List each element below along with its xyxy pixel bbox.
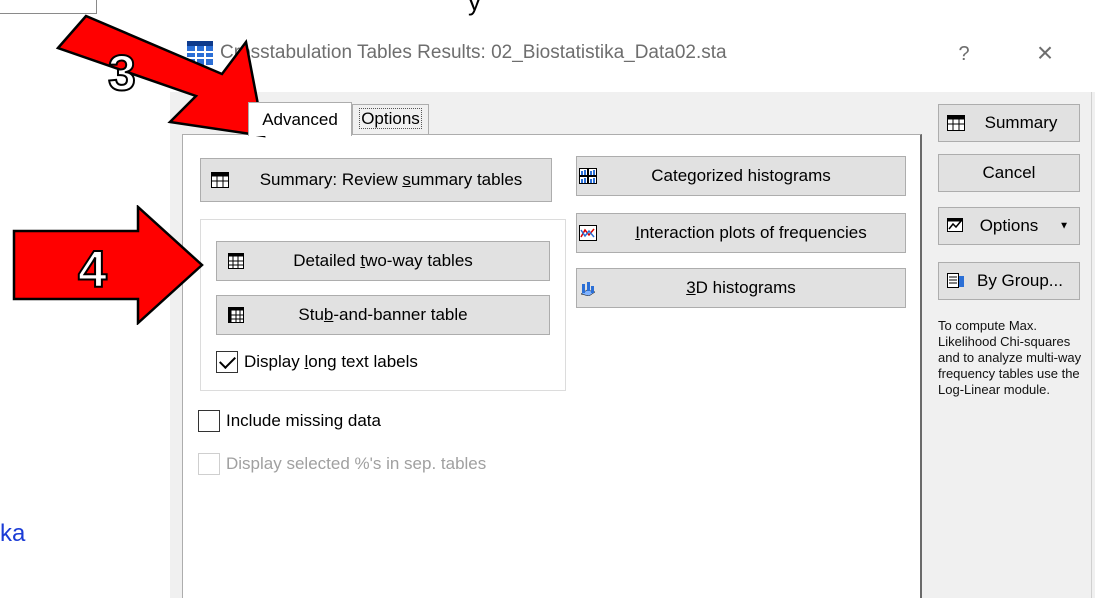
display-selected-percent-check[interactable] — [198, 453, 220, 475]
summary-icon — [947, 115, 965, 131]
red-arrow-step-4: 4 — [12, 205, 204, 325]
interaction-plots-button[interactable]: Interaction plots of frequencies — [576, 213, 906, 253]
by-group-icon — [947, 273, 964, 288]
two-way-table-icon — [228, 253, 244, 269]
include-missing-data-checkbox[interactable]: Include missing data — [198, 410, 381, 432]
include-missing-data-check[interactable] — [198, 410, 220, 432]
arrow-step-4-number: 4 — [78, 241, 107, 299]
title-bar[interactable]: Crosstabulation Tables Results: 02_Biost… — [170, 20, 1095, 92]
crosstabulation-results-dialog: Crosstabulation Tables Results: 02_Biost… — [170, 20, 1095, 598]
include-missing-data-label: Include missing data — [226, 411, 381, 430]
display-selected-percent-checkbox[interactable]: Display selected %'s in sep. tables — [198, 453, 486, 475]
detailed-two-way-tables-button[interactable]: Detailed two-way tables — [216, 241, 550, 281]
cancel-button-label: Cancel — [982, 163, 1036, 182]
categorized-histograms-label: Categorized histograms — [651, 166, 831, 185]
options-button-label: Options — [979, 216, 1039, 235]
arrow-step-3-number: 3 — [108, 45, 136, 101]
chevron-down-icon: ▼ — [1059, 220, 1069, 232]
by-group-button-label: By Group... — [977, 271, 1063, 290]
stub-and-banner-table-label: Stub-and-banner table — [298, 305, 468, 324]
3d-histograms-label: 3D histograms — [686, 278, 796, 297]
dialog-title: Crosstabulation Tables Results: 02_Biost… — [220, 42, 727, 63]
summary-review-tables-label: Summary: Review summary tables — [259, 170, 523, 189]
options-chart-icon — [947, 218, 963, 232]
options-dropdown-button[interactable]: Options ▼ — [938, 207, 1080, 245]
interaction-plots-icon — [579, 225, 597, 241]
help-button[interactable]: ? — [952, 36, 976, 72]
stub-and-banner-table-button[interactable]: Stub-and-banner table — [216, 295, 550, 335]
dialog-right-border — [1091, 92, 1095, 598]
categorized-histograms-icon — [579, 168, 597, 184]
close-button[interactable]: × — [1030, 34, 1060, 72]
display-long-text-labels-check[interactable] — [216, 351, 238, 373]
detailed-two-way-tables-label: Detailed two-way tables — [293, 251, 473, 270]
categorized-histograms-button[interactable]: Categorized histograms — [576, 156, 906, 196]
by-group-button[interactable]: By Group... — [938, 262, 1080, 300]
display-long-text-labels-checkbox[interactable]: Display long text labels — [216, 351, 418, 373]
stub-banner-table-icon — [228, 307, 244, 323]
red-arrow-step-3: 3 — [55, 14, 266, 138]
background-link-fragment[interactable]: ka — [0, 520, 25, 548]
tab-options[interactable]: Options — [352, 104, 429, 134]
summary-review-tables-button[interactable]: Summary: Review summary tables — [200, 158, 552, 202]
log-linear-note: To compute Max. Likelihood Chi-squares a… — [938, 318, 1082, 397]
background-text-fragment-top: y — [468, 0, 481, 16]
3d-histogram-icon — [580, 282, 596, 296]
display-selected-percent-label: Display selected %'s in sep. tables — [226, 454, 487, 473]
summary-button[interactable]: Summary — [938, 104, 1080, 142]
summary-button-label: Summary — [984, 113, 1058, 132]
tab-options-label: Options — [359, 108, 422, 129]
3d-histograms-button[interactable]: 3D histograms — [576, 268, 906, 308]
cancel-button[interactable]: Cancel — [938, 154, 1080, 192]
interaction-plots-label: Interaction plots of frequencies — [635, 223, 867, 242]
summary-table-icon — [211, 172, 229, 188]
display-long-text-labels-label: Display long text labels — [244, 352, 418, 371]
tab-advanced[interactable]: Advanced — [248, 102, 352, 136]
